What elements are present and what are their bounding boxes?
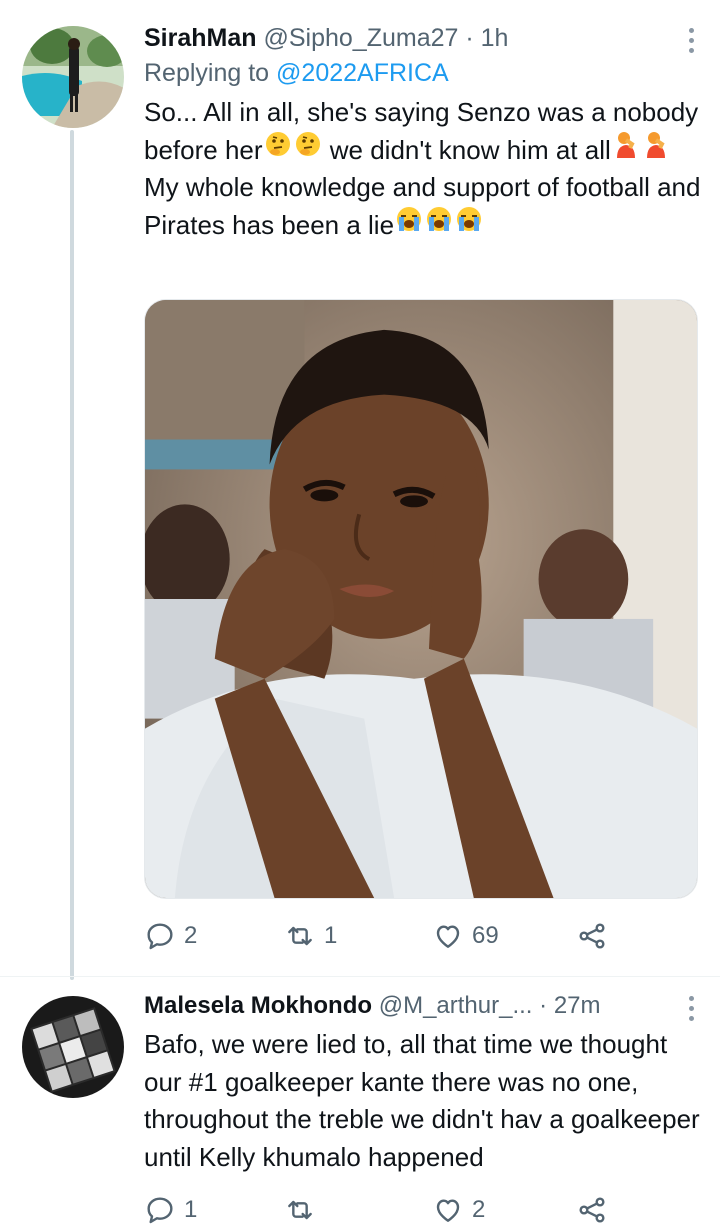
reply-button[interactable]: 2 [144, 916, 197, 956]
like-icon [436, 925, 460, 948]
thinking-face-emoji [294, 130, 322, 169]
timestamp[interactable]: 1h [481, 24, 509, 52]
share-icon [579, 1197, 605, 1223]
crying-face-emoji [425, 205, 453, 244]
tweet-text: Bafo, we were lied to, all that time we … [144, 1029, 700, 1172]
timestamp[interactable]: 27m [554, 992, 601, 1019]
retweet-icon [288, 1200, 312, 1220]
tweet-actions: 2 1 69 [144, 916, 644, 956]
tweet-sirahman[interactable]: SirahMan @Sipho_Zuma27 · 1h Replying to … [0, 0, 720, 980]
retweet-button[interactable]: 1 [284, 916, 337, 956]
replying-to: Replying to @2022AFRICA [144, 56, 698, 90]
retweet-icon [288, 926, 312, 946]
retweet-count: 1 [324, 922, 338, 949]
tweet-malesela[interactable]: Malesela Mokhondo @M_arthur_... · 27m Ba… [0, 980, 720, 1226]
handle[interactable]: @Sipho_Zuma27 [263, 24, 458, 52]
replying-prefix: Replying to [144, 59, 270, 87]
share-button[interactable] [576, 916, 608, 956]
reply-count: 1 [184, 1196, 198, 1223]
avatar-image-rubiks-cube [22, 996, 124, 1098]
avatar-image-pool [22, 26, 124, 128]
mention-link[interactable]: @2022AFRICA [276, 59, 449, 87]
more-icon[interactable] [688, 28, 694, 58]
tweet-header: SirahMan @Sipho_Zuma27 · 1h [144, 22, 698, 54]
tweet-text: So... All in all, she's saying Senzo was… [144, 94, 704, 244]
reply-icon [147, 923, 173, 950]
share-icon [579, 923, 605, 949]
facepalm-emoji [642, 130, 670, 169]
crying-face-emoji [455, 205, 483, 244]
display-name[interactable]: Malesela Mokhondo [144, 992, 372, 1019]
tweet-actions: 1 2 [144, 1190, 644, 1226]
photo-girl-thinking [145, 300, 697, 898]
tweet-divider [0, 976, 720, 977]
avatar[interactable] [22, 26, 124, 128]
separator-dot: · [465, 24, 474, 52]
retweet-button[interactable] [284, 1190, 324, 1226]
like-count: 69 [472, 922, 499, 949]
separator-dot: · [539, 992, 548, 1019]
share-button[interactable] [576, 1190, 608, 1226]
like-button[interactable]: 2 [432, 1190, 485, 1226]
like-count: 2 [472, 1196, 486, 1223]
reply-count: 2 [184, 922, 198, 949]
more-icon[interactable] [688, 996, 694, 1026]
avatar[interactable] [22, 996, 124, 1098]
tweet-media-image[interactable] [144, 299, 698, 899]
reply-icon [147, 1197, 173, 1224]
reply-button[interactable]: 1 [144, 1190, 197, 1226]
facepalm-emoji [612, 130, 640, 169]
display-name[interactable]: SirahMan [144, 24, 257, 52]
tweet-header: Malesela Mokhondo @M_arthur_... · 27m [144, 990, 698, 1022]
handle[interactable]: @M_arthur_... [379, 992, 533, 1019]
like-button[interactable]: 69 [432, 916, 499, 956]
like-icon [436, 1199, 460, 1222]
thinking-face-emoji [264, 130, 292, 169]
crying-face-emoji [395, 205, 423, 244]
tweet-text-part: we didn't know him at all [329, 134, 611, 165]
